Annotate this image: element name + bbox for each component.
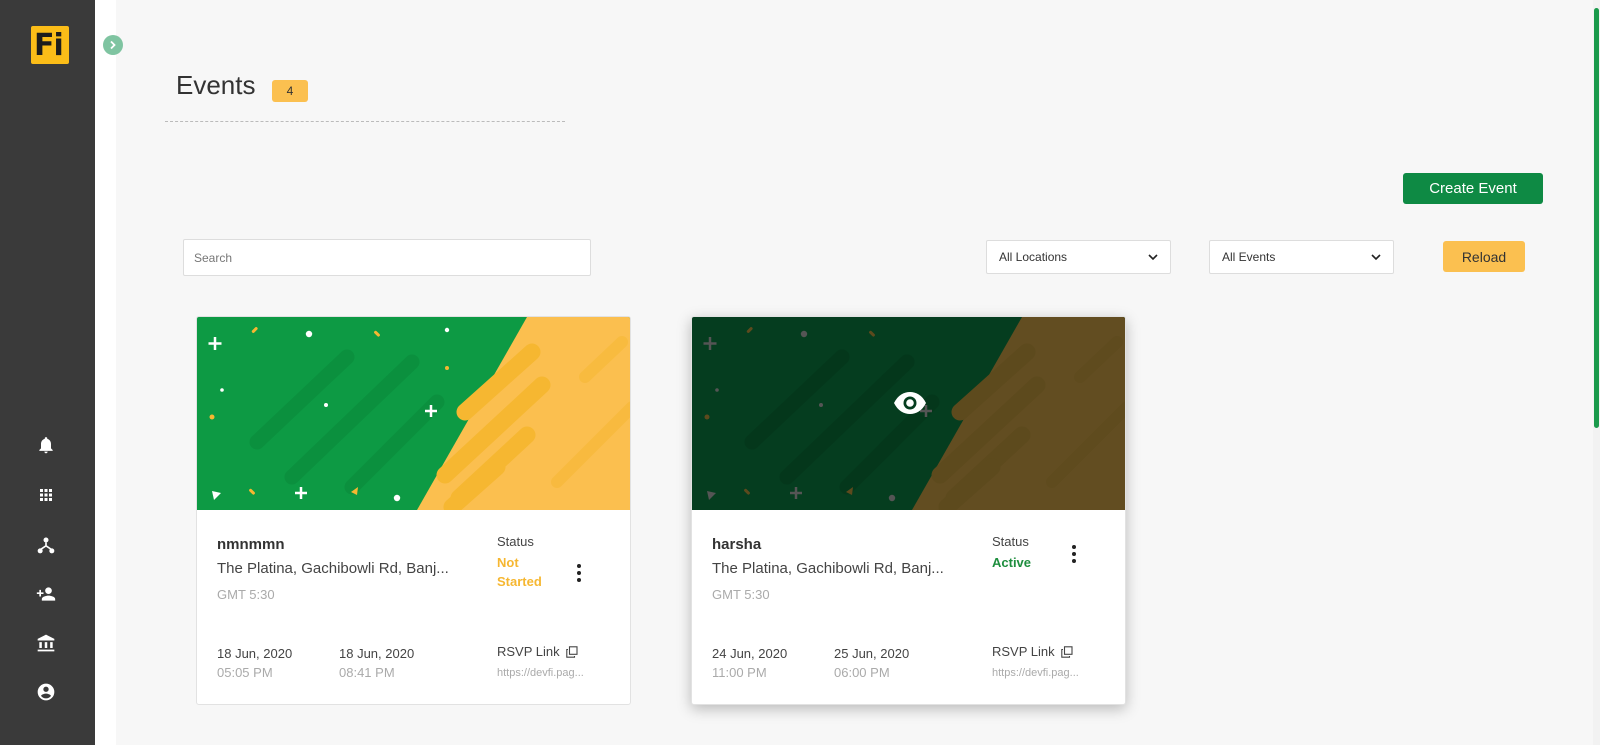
- chevron-down-icon: [1148, 254, 1158, 261]
- start-date: 18 Jun, 2020: [217, 646, 293, 661]
- account-icon[interactable]: [33, 679, 59, 705]
- add-user-icon[interactable]: [33, 581, 59, 607]
- page-title: Events: [176, 70, 256, 100]
- title-divider: [165, 121, 565, 122]
- chevron-right-icon: [110, 40, 116, 50]
- copy-icon[interactable]: [565, 645, 578, 658]
- rsvp-link[interactable]: RSVP Link: [992, 644, 1073, 659]
- event-address: The Platina, Gachibowli Rd, Banj...: [712, 560, 944, 577]
- event-address: The Platina, Gachibowli Rd, Banj...: [217, 560, 449, 577]
- grid-icon[interactable]: [33, 482, 59, 508]
- sidebar: Fi: [0, 0, 95, 745]
- copy-icon[interactable]: [1060, 645, 1073, 658]
- event-card[interactable]: harsha The Platina, Gachibowli Rd, Banj.…: [691, 316, 1126, 705]
- rsvp-label: RSVP Link: [992, 644, 1055, 659]
- more-options-icon[interactable]: [1064, 541, 1084, 567]
- create-event-button[interactable]: Create Event: [1403, 173, 1543, 204]
- scrollbar-thumb[interactable]: [1594, 8, 1599, 428]
- event-filter-value: All Events: [1222, 250, 1276, 264]
- event-count-badge: 4: [272, 80, 308, 102]
- location-filter-value: All Locations: [999, 250, 1068, 264]
- end-date: 18 Jun, 2020: [339, 646, 415, 661]
- rsvp-url[interactable]: https://devfi.pag...: [992, 667, 1084, 679]
- start-time: 05:05 PM: [217, 665, 273, 680]
- logo-text: Fi: [34, 28, 64, 63]
- location-filter-select[interactable]: All Locations: [986, 240, 1171, 274]
- status-label: Status: [497, 534, 534, 549]
- rsvp-label: RSVP Link: [497, 644, 560, 659]
- more-options-icon[interactable]: [569, 560, 589, 586]
- chevron-down-icon: [1371, 254, 1381, 261]
- event-timezone: GMT 5:30: [712, 587, 770, 602]
- status-badge: Active: [992, 555, 1032, 570]
- event-timezone: GMT 5:30: [217, 587, 275, 602]
- start-date: 24 Jun, 2020: [712, 646, 788, 661]
- end-time: 06:00 PM: [834, 665, 890, 680]
- status-badge: Not Started: [497, 555, 542, 589]
- end-time: 08:41 PM: [339, 665, 395, 680]
- event-name: harsha: [712, 536, 762, 553]
- expand-sidebar-button[interactable]: [103, 35, 123, 55]
- event-name: nmnmmn: [217, 536, 285, 553]
- search-input[interactable]: [183, 239, 591, 276]
- event-banner-image: [197, 317, 630, 510]
- network-icon[interactable]: [33, 532, 59, 558]
- bank-icon[interactable]: [33, 630, 59, 656]
- bell-icon[interactable]: [33, 432, 59, 458]
- event-filter-select[interactable]: All Events: [1209, 240, 1394, 274]
- sidebar-gutter: [95, 0, 116, 745]
- start-time: 11:00 PM: [712, 665, 767, 680]
- eye-icon[interactable]: [892, 390, 928, 416]
- status-label: Status: [992, 534, 1029, 549]
- reload-button[interactable]: Reload: [1443, 241, 1525, 272]
- end-date: 25 Jun, 2020: [834, 646, 910, 661]
- event-card[interactable]: nmnmmn The Platina, Gachibowli Rd, Banj.…: [196, 316, 631, 705]
- rsvp-link[interactable]: RSVP Link: [497, 644, 578, 659]
- app-logo[interactable]: Fi: [31, 26, 69, 64]
- rsvp-url[interactable]: https://devfi.pag...: [497, 667, 589, 679]
